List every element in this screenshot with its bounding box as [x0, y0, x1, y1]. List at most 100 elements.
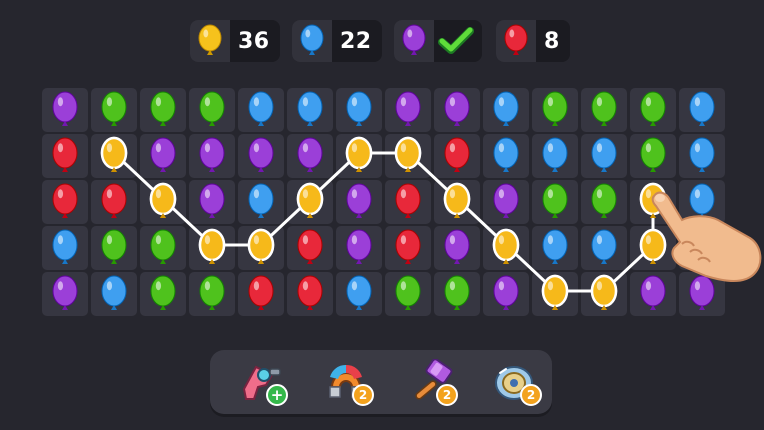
red-balloon-icon	[496, 20, 536, 62]
balloon-icon	[444, 229, 470, 264]
board-cell[interactable]	[42, 134, 88, 178]
hammer-count-badge: 2	[436, 384, 458, 406]
board-cell[interactable]	[140, 272, 186, 316]
board-cell[interactable]	[434, 180, 480, 224]
board-cell[interactable]	[42, 180, 88, 224]
board-cell[interactable]	[483, 226, 529, 270]
balloon-icon	[297, 275, 323, 310]
board-cell[interactable]	[434, 134, 480, 178]
board-cell[interactable]	[679, 88, 725, 132]
board-cell[interactable]	[336, 180, 382, 224]
board-cell[interactable]	[385, 272, 431, 316]
board-cell[interactable]	[483, 180, 529, 224]
board-cell[interactable]	[336, 88, 382, 132]
board-cell[interactable]	[385, 134, 431, 178]
board-cell[interactable]	[336, 272, 382, 316]
blue-balloon-icon	[292, 20, 332, 62]
balloon-icon	[346, 229, 372, 264]
balloon-icon	[297, 91, 323, 126]
board-cell[interactable]	[91, 272, 137, 316]
board-cell[interactable]	[483, 88, 529, 132]
board-cell[interactable]	[532, 272, 578, 316]
board-cell[interactable]	[91, 88, 137, 132]
balloon-icon	[52, 229, 78, 264]
board-cell[interactable]	[189, 88, 235, 132]
board-cell[interactable]	[532, 180, 578, 224]
balloon-icon	[493, 91, 519, 126]
board-cell[interactable]	[532, 88, 578, 132]
balloon-icon	[346, 91, 372, 126]
balloon-icon	[100, 136, 128, 172]
board-cell[interactable]	[287, 272, 333, 316]
board-cell[interactable]	[385, 226, 431, 270]
magnet-booster-button[interactable]: 2	[318, 356, 374, 408]
board-cell[interactable]	[483, 272, 529, 316]
spinner-booster-button[interactable]: 2	[486, 356, 542, 408]
balloon-icon	[394, 136, 422, 172]
balloon-icon	[101, 91, 127, 126]
board-cell[interactable]	[238, 272, 284, 316]
balloon-icon	[150, 229, 176, 264]
balloon-icon	[346, 275, 372, 310]
balloon-icon	[101, 183, 127, 218]
board-cell[interactable]	[140, 134, 186, 178]
balloon-icon	[591, 91, 617, 126]
board-cell[interactable]	[630, 88, 676, 132]
balloon-icon	[345, 136, 373, 172]
board-cell[interactable]	[140, 180, 186, 224]
balloon-icon	[199, 91, 225, 126]
board-cell[interactable]	[581, 226, 627, 270]
board-cell[interactable]	[91, 226, 137, 270]
board-cell[interactable]	[42, 272, 88, 316]
board-cell[interactable]	[140, 226, 186, 270]
board-cell[interactable]	[581, 134, 627, 178]
board-cell[interactable]	[434, 226, 480, 270]
balloon-icon	[444, 275, 470, 310]
blaster-booster-button[interactable]: +	[232, 356, 288, 408]
purple-balloon-icon	[394, 20, 434, 62]
balloon-icon	[640, 137, 666, 172]
balloon-icon	[52, 275, 78, 310]
board-cell[interactable]	[385, 88, 431, 132]
board-cell[interactable]	[336, 226, 382, 270]
balloon-board[interactable]	[42, 88, 726, 318]
board-cell[interactable]	[287, 226, 333, 270]
board-cell[interactable]	[679, 134, 725, 178]
board-cell[interactable]	[238, 180, 284, 224]
balloon-icon	[52, 183, 78, 218]
board-cell[interactable]	[630, 134, 676, 178]
balloon-icon	[199, 275, 225, 310]
board-cell[interactable]	[385, 180, 431, 224]
board-cell[interactable]	[189, 226, 235, 270]
board-cell[interactable]	[42, 88, 88, 132]
board-cell[interactable]	[287, 180, 333, 224]
board-cell[interactable]	[91, 180, 137, 224]
board-cell[interactable]	[189, 272, 235, 316]
board-cell[interactable]	[532, 134, 578, 178]
board-cell[interactable]	[581, 180, 627, 224]
board-cell[interactable]	[336, 134, 382, 178]
board-cell[interactable]	[140, 88, 186, 132]
board-cell[interactable]	[238, 88, 284, 132]
board-cell[interactable]	[434, 272, 480, 316]
balloon-icon	[542, 91, 568, 126]
board-cell[interactable]	[238, 134, 284, 178]
board-cell[interactable]	[434, 88, 480, 132]
board-cell[interactable]	[189, 134, 235, 178]
board-cell[interactable]	[287, 88, 333, 132]
board-cell[interactable]	[42, 226, 88, 270]
board-cell[interactable]	[581, 88, 627, 132]
board-cell[interactable]	[91, 134, 137, 178]
board-cell[interactable]	[238, 226, 284, 270]
board-cell[interactable]	[581, 272, 627, 316]
balloon-icon	[395, 229, 421, 264]
board-cell[interactable]	[189, 180, 235, 224]
balloon-icon	[444, 137, 470, 172]
board-cell[interactable]	[532, 226, 578, 270]
balloon-icon	[101, 229, 127, 264]
balloon-icon	[395, 275, 421, 310]
board-cell[interactable]	[483, 134, 529, 178]
balloon-icon	[640, 91, 666, 126]
hammer-booster-button[interactable]: 2	[402, 356, 458, 408]
board-cell[interactable]	[287, 134, 333, 178]
